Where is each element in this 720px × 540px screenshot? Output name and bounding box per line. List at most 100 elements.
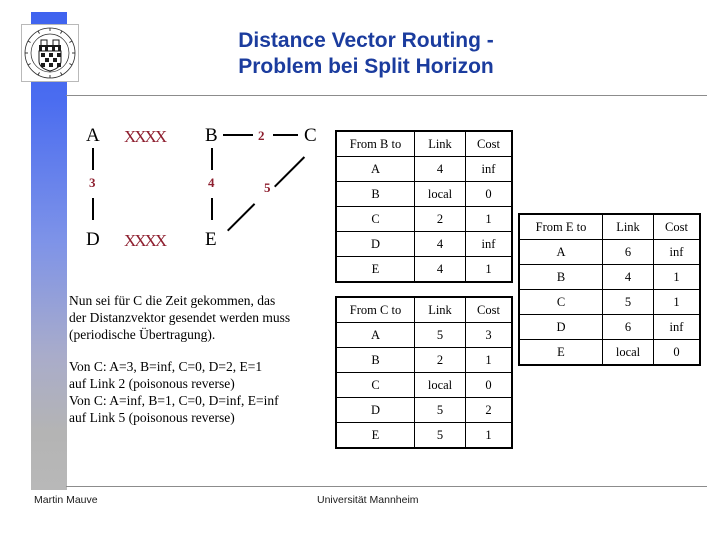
table-e-r2-link: 5 bbox=[602, 289, 654, 315]
footer-divider bbox=[66, 486, 707, 487]
table-c-r2-link: local bbox=[414, 372, 466, 398]
note-paragraph-spacer bbox=[69, 343, 337, 358]
table-e-r4-cost: 0 bbox=[653, 339, 700, 365]
table-row: E 5 1 bbox=[336, 422, 512, 448]
table-e-r0-cost: inf bbox=[653, 239, 700, 265]
table-c-r3-cost: 2 bbox=[465, 397, 512, 423]
table-c-r4-cost: 1 bbox=[465, 422, 512, 448]
table-c-r4-dest: E bbox=[336, 422, 415, 448]
table-b-r1-link: local bbox=[414, 181, 466, 207]
table-e-r1-link: 4 bbox=[602, 264, 654, 290]
footer-author: Martin Mauve bbox=[34, 494, 98, 506]
table-c-header-cost: Cost bbox=[465, 297, 512, 323]
table-c-header-row: From C to Link Cost bbox=[336, 297, 512, 323]
note-p2-line4: auf Link 5 (poisonous reverse) bbox=[69, 410, 235, 425]
routing-table-b: From B to Link Cost A 4 inf B local 0 C … bbox=[335, 130, 513, 283]
link-bc-segment-right bbox=[273, 134, 298, 136]
slide-title-line-2: Problem bei Split Horizon bbox=[238, 55, 494, 78]
table-row: D 5 2 bbox=[336, 397, 512, 423]
title-divider bbox=[66, 95, 707, 96]
table-c-r0-link: 5 bbox=[414, 322, 466, 348]
table-e-header-cost: Cost bbox=[653, 214, 700, 240]
node-e: E bbox=[205, 229, 217, 250]
table-c-r0-cost: 3 bbox=[465, 322, 512, 348]
node-c: C bbox=[304, 125, 317, 146]
table-e-r2-dest: C bbox=[519, 289, 603, 315]
table-c-r1-link: 2 bbox=[414, 347, 466, 373]
link-ad-cost-label: 3 bbox=[89, 175, 96, 190]
network-topology-diagram: A B C D E XXXX XXXX 3 4 2 5 bbox=[86, 126, 336, 261]
routing-table-c: From C to Link Cost A 5 3 B 2 1 C local … bbox=[335, 296, 513, 449]
link-be-cost-label: 4 bbox=[208, 175, 215, 190]
note-p2-line1: Von C: A=3, B=inf, C=0, D=2, E=1 bbox=[69, 359, 263, 374]
link-bc-segment-left bbox=[223, 134, 253, 136]
link-ec-segment-upper bbox=[274, 156, 306, 188]
table-row: E local 0 bbox=[519, 339, 700, 365]
table-c-r2-cost: 0 bbox=[465, 372, 512, 398]
table-e-header-row: From E to Link Cost bbox=[519, 214, 700, 240]
table-e-r1-dest: B bbox=[519, 264, 603, 290]
table-b-r4-dest: E bbox=[336, 256, 415, 282]
table-e-r2-cost: 1 bbox=[653, 289, 700, 315]
table-row: A 5 3 bbox=[336, 322, 512, 348]
table-row: A 4 inf bbox=[336, 156, 512, 182]
table-c-r0-dest: A bbox=[336, 322, 415, 348]
link-bc-cost-label: 2 bbox=[258, 128, 265, 143]
table-c-r1-cost: 1 bbox=[465, 347, 512, 373]
table-b-header-from: From B to bbox=[336, 131, 415, 157]
node-b: B bbox=[205, 125, 218, 146]
table-c-r4-link: 5 bbox=[414, 422, 466, 448]
table-b-header-cost: Cost bbox=[465, 131, 512, 157]
table-e-r3-cost: inf bbox=[653, 314, 700, 340]
table-e-r0-link: 6 bbox=[602, 239, 654, 265]
table-row: C 2 1 bbox=[336, 206, 512, 232]
table-b-r2-dest: C bbox=[336, 206, 415, 232]
table-b-r2-link: 2 bbox=[414, 206, 466, 232]
broken-link-ab-marker: XXXX bbox=[124, 127, 167, 146]
slide-title: Distance Vector Routing - Problem bei Sp… bbox=[86, 28, 646, 80]
table-c-r2-dest: C bbox=[336, 372, 415, 398]
table-row: A 6 inf bbox=[519, 239, 700, 265]
node-d: D bbox=[86, 229, 100, 250]
table-row: C local 0 bbox=[336, 372, 512, 398]
table-b-r0-dest: A bbox=[336, 156, 415, 182]
university-seal-icon bbox=[24, 27, 76, 79]
explanation-text: Nun sei für C die Zeit gekommen, das der… bbox=[69, 292, 337, 426]
routing-table-e: From E to Link Cost A 6 inf B 4 1 C 5 1 … bbox=[518, 213, 701, 366]
note-p1-line2: der Distanzvektor gesendet werden muss bbox=[69, 310, 291, 325]
note-p2-line2: auf Link 2 (poisonous reverse) bbox=[69, 376, 235, 391]
table-row: D 4 inf bbox=[336, 231, 512, 257]
table-e-r1-cost: 1 bbox=[653, 264, 700, 290]
table-c-r3-dest: D bbox=[336, 397, 415, 423]
table-row: E 4 1 bbox=[336, 256, 512, 282]
table-b-r0-cost: inf bbox=[465, 156, 512, 182]
table-c-r1-dest: B bbox=[336, 347, 415, 373]
table-b-r2-cost: 1 bbox=[465, 206, 512, 232]
footer-institution: Universität Mannheim bbox=[317, 494, 419, 506]
node-a: A bbox=[86, 125, 100, 146]
table-row: B 2 1 bbox=[336, 347, 512, 373]
decorative-gradient-bar bbox=[31, 12, 67, 490]
slide-title-line-1: Distance Vector Routing - bbox=[238, 29, 494, 52]
table-b-header-row: From B to Link Cost bbox=[336, 131, 512, 157]
table-e-header-from: From E to bbox=[519, 214, 603, 240]
table-e-r3-dest: D bbox=[519, 314, 603, 340]
table-b-r1-dest: B bbox=[336, 181, 415, 207]
table-e-r3-link: 6 bbox=[602, 314, 654, 340]
table-b-r3-dest: D bbox=[336, 231, 415, 257]
note-p1-line1: Nun sei für C die Zeit gekommen, das bbox=[69, 293, 276, 308]
link-ec-segment-lower bbox=[227, 203, 256, 232]
table-row: B local 0 bbox=[336, 181, 512, 207]
link-be-segment-top bbox=[211, 148, 213, 170]
university-logo bbox=[21, 24, 79, 82]
table-c-header-from: From C to bbox=[336, 297, 415, 323]
table-b-r4-cost: 1 bbox=[465, 256, 512, 282]
link-ec-cost-label: 5 bbox=[264, 180, 271, 195]
link-be-segment-bottom bbox=[211, 198, 213, 220]
table-b-r3-cost: inf bbox=[465, 231, 512, 257]
link-ad-segment-top bbox=[92, 148, 94, 170]
table-b-header-link: Link bbox=[414, 131, 466, 157]
table-b-r3-link: 4 bbox=[414, 231, 466, 257]
table-c-r3-link: 5 bbox=[414, 397, 466, 423]
broken-link-de-marker: XXXX bbox=[124, 231, 167, 250]
